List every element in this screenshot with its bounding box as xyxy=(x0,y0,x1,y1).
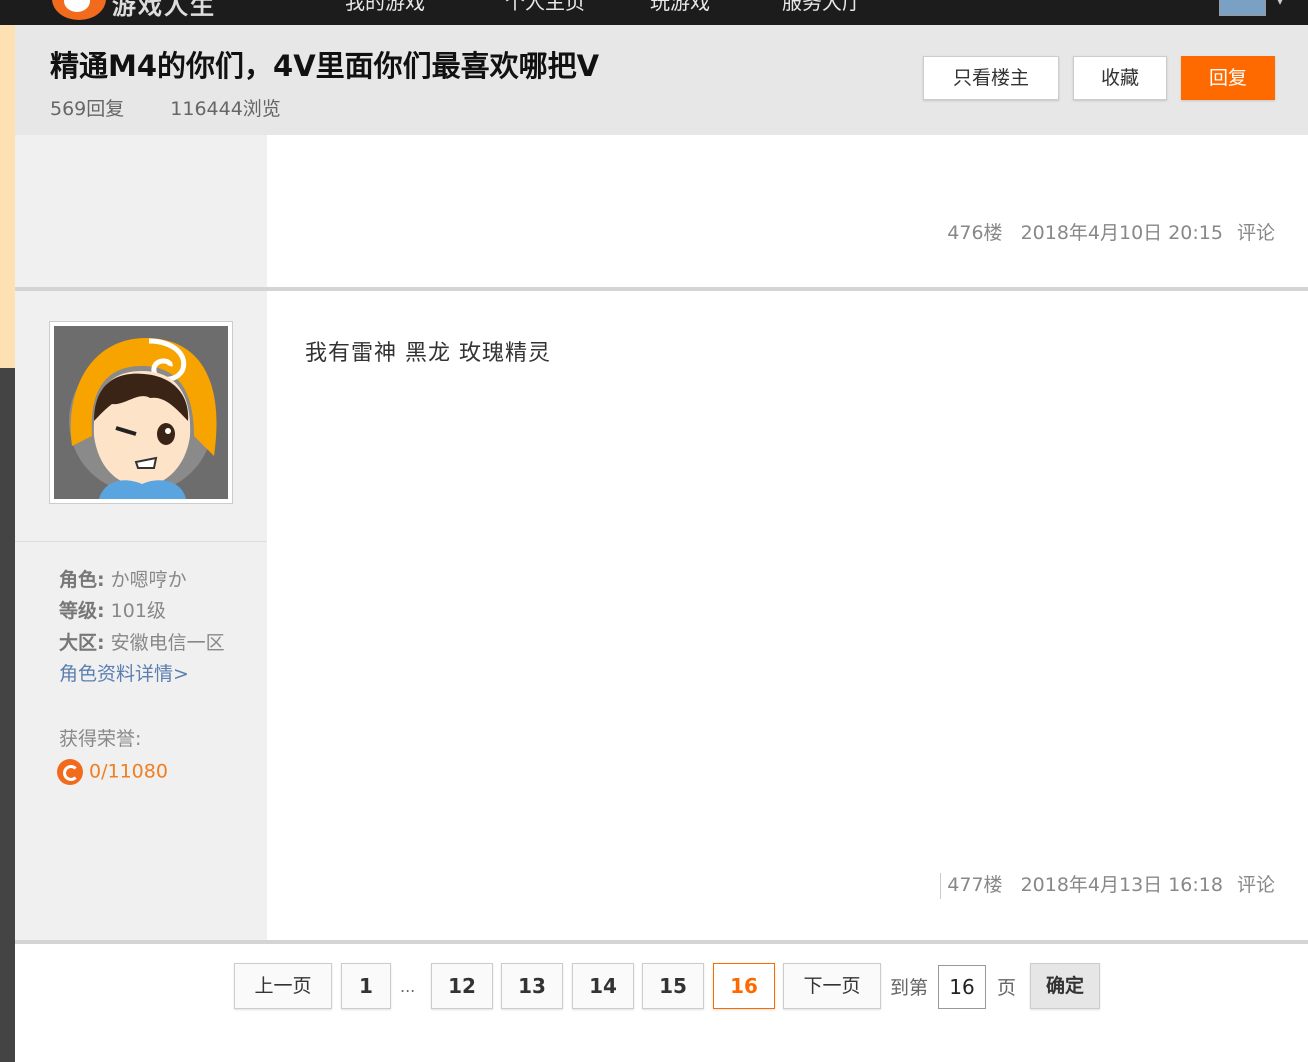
goto-prefix: 到第 xyxy=(890,977,929,999)
chevron-down-icon[interactable]: ▾ xyxy=(1276,0,1284,9)
post-date: 2018年4月13日 16:18 xyxy=(1020,874,1223,896)
level-value: 101级 xyxy=(110,600,166,622)
user-avatar[interactable] xyxy=(1219,0,1266,16)
page-button[interactable]: 13 xyxy=(501,963,563,1009)
left-decor-strip-dark xyxy=(0,368,15,1062)
user-region: 大区: 安徽电信一区 xyxy=(59,628,225,655)
honor-label: 获得荣誉: xyxy=(59,728,142,750)
post-477: 我有雷神 黑龙 玫瑰精灵 477楼 2018年4月13日 16:18 评论 xyxy=(267,291,1308,940)
user-role: 角色: か嗯哼か xyxy=(59,565,187,592)
role-value: か嗯哼か xyxy=(110,569,187,591)
site-logo-icon[interactable] xyxy=(52,0,106,20)
goto-confirm-button[interactable]: 确定 xyxy=(1030,963,1100,1009)
post-divider xyxy=(15,940,1308,944)
honor-badge: 0/11080 xyxy=(57,759,168,785)
pagination: 上一页 1 ... 12 13 14 15 16 下一页 到第 页 确定 xyxy=(0,963,1308,1011)
post-meta: 476楼 2018年4月10日 20:15 评论 xyxy=(947,218,1275,245)
role-detail-link[interactable]: 角色资料详情> xyxy=(59,659,189,686)
view-count: 116444浏览 xyxy=(170,98,281,120)
next-page-button[interactable]: 下一页 xyxy=(783,963,881,1009)
comment-link[interactable]: 评论 xyxy=(1237,222,1275,244)
left-decor-strip xyxy=(0,25,15,368)
page-button[interactable]: 14 xyxy=(572,963,634,1009)
sidebar-separator xyxy=(15,541,267,542)
page-button[interactable]: 12 xyxy=(431,963,493,1009)
thread-title: 精通M4的你们，4V里面你们最喜欢哪把V xyxy=(50,49,600,83)
page-button[interactable]: 1 xyxy=(341,963,391,1009)
post-content: 我有雷神 黑龙 玫瑰精灵 xyxy=(305,341,551,366)
region-label: 大区: xyxy=(59,632,105,654)
avatar[interactable] xyxy=(49,321,233,504)
nav-item-2[interactable]: 个人主页 xyxy=(505,0,585,15)
nav-item-3[interactable]: 玩游戏 xyxy=(650,0,710,15)
prev-page-button[interactable]: 上一页 xyxy=(234,963,332,1009)
user-level: 等级: 101级 xyxy=(59,596,166,623)
post-477-sidebar: 角色: か嗯哼か 等级: 101级 大区: 安徽电信一区 角色资料详情> 获得荣… xyxy=(15,291,267,940)
thread-stats: 569回复 116444浏览 xyxy=(50,94,281,121)
floor-number: 477楼 xyxy=(947,874,1003,896)
meta-divider xyxy=(940,872,942,899)
role-label: 角色: xyxy=(59,569,105,591)
nav-item-4[interactable]: 服务大厅 xyxy=(782,0,862,15)
current-page-button[interactable]: 16 xyxy=(713,963,775,1009)
favorite-button[interactable]: 收藏 xyxy=(1073,56,1167,100)
goto-page-input[interactable] xyxy=(938,965,986,1009)
post-476-sidebar xyxy=(15,135,267,287)
page-ellipsis: ... xyxy=(400,977,416,996)
post-date: 2018年4月10日 20:15 xyxy=(1020,222,1223,244)
post-meta: 477楼 2018年4月13日 16:18 评论 xyxy=(940,870,1275,899)
reply-button[interactable]: 回复 xyxy=(1181,56,1275,100)
honor-coin-icon xyxy=(57,759,83,785)
floor-number: 476楼 xyxy=(947,222,1003,244)
region-value: 安徽电信一区 xyxy=(110,632,225,654)
level-label: 等级: xyxy=(59,600,105,622)
top-nav: 游戏人生 我的游戏 个人主页 玩游戏 服务大厅 ▾ xyxy=(0,0,1308,25)
goto-suffix: 页 xyxy=(997,977,1017,999)
honor-value: 0/11080 xyxy=(89,760,168,783)
nav-item-1[interactable]: 我的游戏 xyxy=(345,0,425,15)
comment-link[interactable]: 评论 xyxy=(1237,874,1275,896)
thread-header: 精通M4的你们，4V里面你们最喜欢哪把V 569回复 116444浏览 只看楼主 … xyxy=(15,25,1308,135)
page-button[interactable]: 15 xyxy=(642,963,704,1009)
only-op-button[interactable]: 只看楼主 xyxy=(923,56,1059,100)
site-brand[interactable]: 游戏人生 xyxy=(112,0,216,21)
avatar-image xyxy=(54,326,228,499)
post-476: 476楼 2018年4月10日 20:15 评论 xyxy=(267,135,1308,287)
reply-count: 569回复 xyxy=(50,98,125,120)
